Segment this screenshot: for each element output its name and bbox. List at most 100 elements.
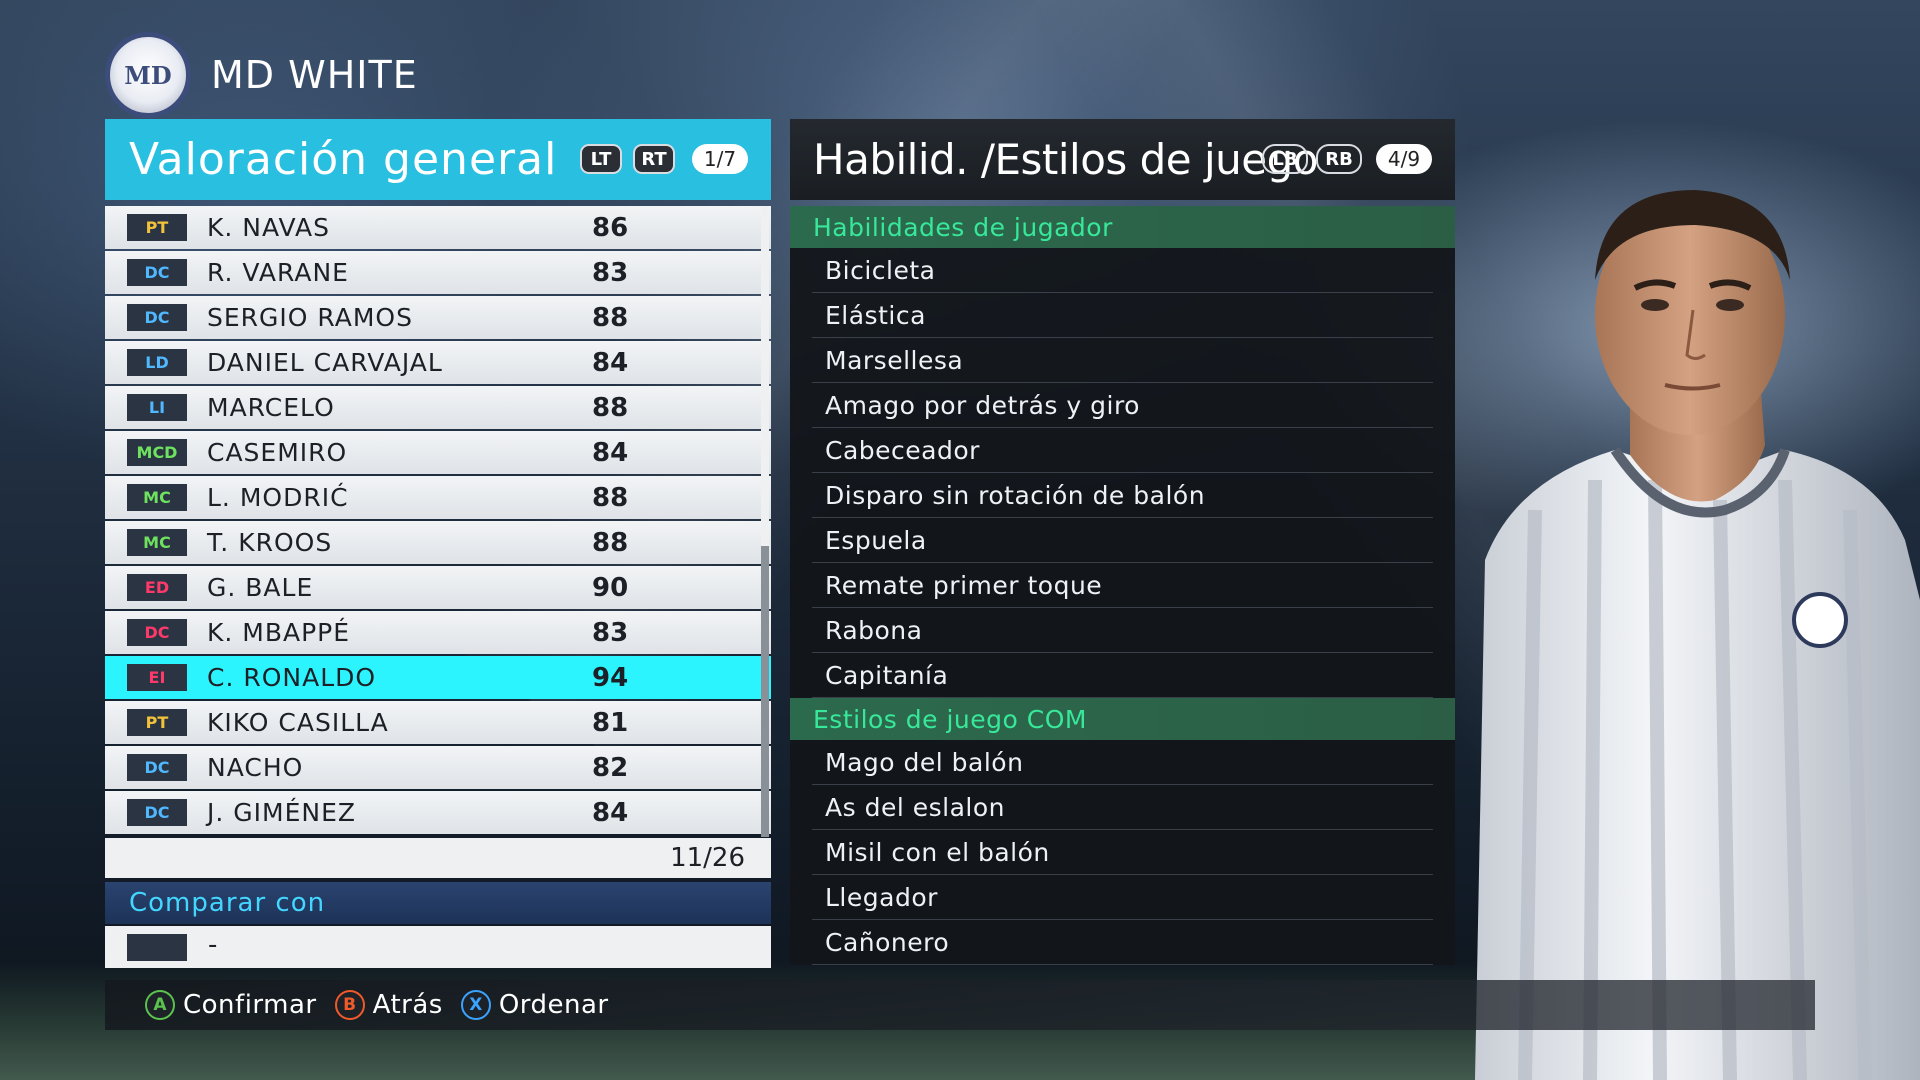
com-styles-heading: Estilos de juego COM	[790, 698, 1455, 740]
position-badge: DC	[127, 799, 187, 826]
sort-hint[interactable]: X Ordenar	[460, 990, 609, 1020]
playing-style-item: Llegador	[790, 875, 1455, 920]
player-rating: 94	[592, 662, 629, 693]
player-name: R. VARANE	[207, 258, 349, 287]
player-rating: 90	[592, 572, 629, 603]
player-row[interactable]: DC SERGIO RAMOS 88	[105, 296, 771, 339]
player-row[interactable]: ED G. BALE 90	[105, 566, 771, 609]
rt-button[interactable]: RT	[633, 144, 675, 174]
compare-header[interactable]: Comparar con	[105, 882, 771, 924]
player-rating: 82	[592, 752, 629, 783]
skill-item: Capitanía	[790, 653, 1455, 698]
skills-list: Habilidades de jugador Bicicleta Elástic…	[790, 206, 1455, 965]
rb-button[interactable]: RB	[1316, 144, 1362, 174]
position-badge: ED	[127, 574, 187, 601]
playing-style-item: Cañonero	[790, 920, 1455, 965]
player-row[interactable]: MC L. MODRIĆ 88	[105, 476, 771, 519]
skill-item: Remate primer toque	[790, 563, 1455, 608]
skill-item: Espuela	[790, 518, 1455, 563]
player-skills-heading: Habilidades de jugador	[790, 206, 1455, 248]
player-row[interactable]: LD DANIEL CARVAJAL 84	[105, 341, 771, 384]
player-row[interactable]: LI MARCELO 88	[105, 386, 771, 429]
player-count: 11/26	[105, 838, 771, 878]
player-row[interactable]: DC K. MBAPPÉ 83	[105, 611, 771, 654]
skill-item: Bicicleta	[790, 248, 1455, 293]
player-name: K. NAVAS	[207, 213, 330, 242]
player-name: J. GIMÉNEZ	[207, 798, 357, 827]
player-name: DANIEL CARVAJAL	[207, 348, 443, 377]
team-name: MD WHITE	[211, 53, 418, 97]
a-button-icon: A	[145, 990, 175, 1020]
lb-button[interactable]: LB	[1262, 144, 1308, 174]
scrollbar-thumb[interactable]	[761, 206, 769, 546]
skill-item: Amago por detrás y giro	[790, 383, 1455, 428]
overall-rating-title: Valoración general	[129, 134, 558, 185]
player-rating: 84	[592, 437, 629, 468]
player-row[interactable]: DC J. GIMÉNEZ 84	[105, 791, 771, 834]
player-name: K. MBAPPÉ	[207, 618, 351, 647]
position-badge: DC	[127, 304, 187, 331]
player-row[interactable]: PT K. NAVAS 86	[105, 206, 771, 249]
player-rating: 84	[592, 347, 629, 378]
player-rating: 86	[592, 212, 629, 243]
confirm-hint[interactable]: A Confirmar	[145, 990, 317, 1020]
skill-item: Disparo sin rotación de balón	[790, 473, 1455, 518]
back-hint[interactable]: B Atrás	[334, 990, 443, 1020]
compare-slot[interactable]: -	[105, 926, 771, 968]
skill-item: Cabeceador	[790, 428, 1455, 473]
team-crest-icon: MD	[105, 32, 191, 118]
player-row[interactable]: DC NACHO 82	[105, 746, 771, 789]
position-badge: MCD	[127, 439, 187, 466]
button-hints-bar: A Confirmar B Atrás X Ordenar	[105, 980, 1815, 1030]
skill-item: Elástica	[790, 293, 1455, 338]
position-badge: PT	[127, 214, 187, 241]
b-button-icon: B	[334, 990, 365, 1020]
playing-style-item: As del eslalon	[790, 785, 1455, 830]
playing-style-item: Misil con el balón	[790, 830, 1455, 875]
confirm-label: Confirmar	[183, 990, 317, 1020]
position-badge: PT	[127, 709, 187, 736]
player-name: T. KROOS	[207, 528, 333, 557]
right-page-indicator: 4/9	[1376, 144, 1432, 174]
position-badge: DC	[127, 619, 187, 646]
overall-rating-header: Valoración general LT RT 1/7	[105, 119, 771, 200]
player-list-scrollbar[interactable]	[761, 206, 769, 837]
player-rating: 83	[592, 257, 629, 288]
skill-item: Rabona	[790, 608, 1455, 653]
compare-position-badge	[127, 934, 187, 961]
player-row[interactable]: DC R. VARANE 83	[105, 251, 771, 294]
position-badge: MC	[127, 484, 187, 511]
back-label: Atrás	[372, 990, 443, 1020]
player-rating: 88	[592, 527, 629, 558]
player-name: C. RONALDO	[207, 663, 377, 692]
position-badge: DC	[127, 754, 187, 781]
position-badge: MC	[127, 529, 187, 556]
player-name: SERGIO RAMOS	[207, 303, 413, 332]
team-crest-text: MD	[124, 60, 172, 90]
lt-button[interactable]: LT	[580, 144, 622, 174]
player-rating: 88	[592, 302, 629, 333]
player-row[interactable]: MCD CASEMIRO 84	[105, 431, 771, 474]
player-list: PT K. NAVAS 86 DC R. VARANE 83 DC SERGIO…	[105, 206, 771, 836]
player-name: CASEMIRO	[207, 438, 348, 467]
player-row[interactable]: MC T. KROOS 88	[105, 521, 771, 564]
player-name: NACHO	[207, 753, 304, 782]
x-button-icon: X	[460, 990, 491, 1020]
player-rating: 83	[592, 617, 629, 648]
skills-panel-title: Habilid. /Estilos de juego	[813, 135, 1319, 184]
position-badge: EI	[127, 664, 187, 691]
player-portrait	[1475, 190, 1920, 1080]
player-name: KIKO CASILLA	[207, 708, 389, 737]
player-row-selected[interactable]: EI C. RONALDO 94	[105, 656, 771, 699]
player-rating: 88	[592, 392, 629, 423]
player-rating: 81	[592, 707, 629, 738]
sort-label: Ordenar	[498, 990, 609, 1020]
player-row[interactable]: PT KIKO CASILLA 81	[105, 701, 771, 744]
player-rating: 84	[592, 797, 629, 828]
position-badge: LI	[127, 394, 187, 421]
player-name: MARCELO	[207, 393, 335, 422]
skill-item: Marsellesa	[790, 338, 1455, 383]
compare-value: -	[208, 930, 218, 960]
team-header: MD MD WHITE	[105, 30, 418, 120]
player-rating: 88	[592, 482, 629, 513]
